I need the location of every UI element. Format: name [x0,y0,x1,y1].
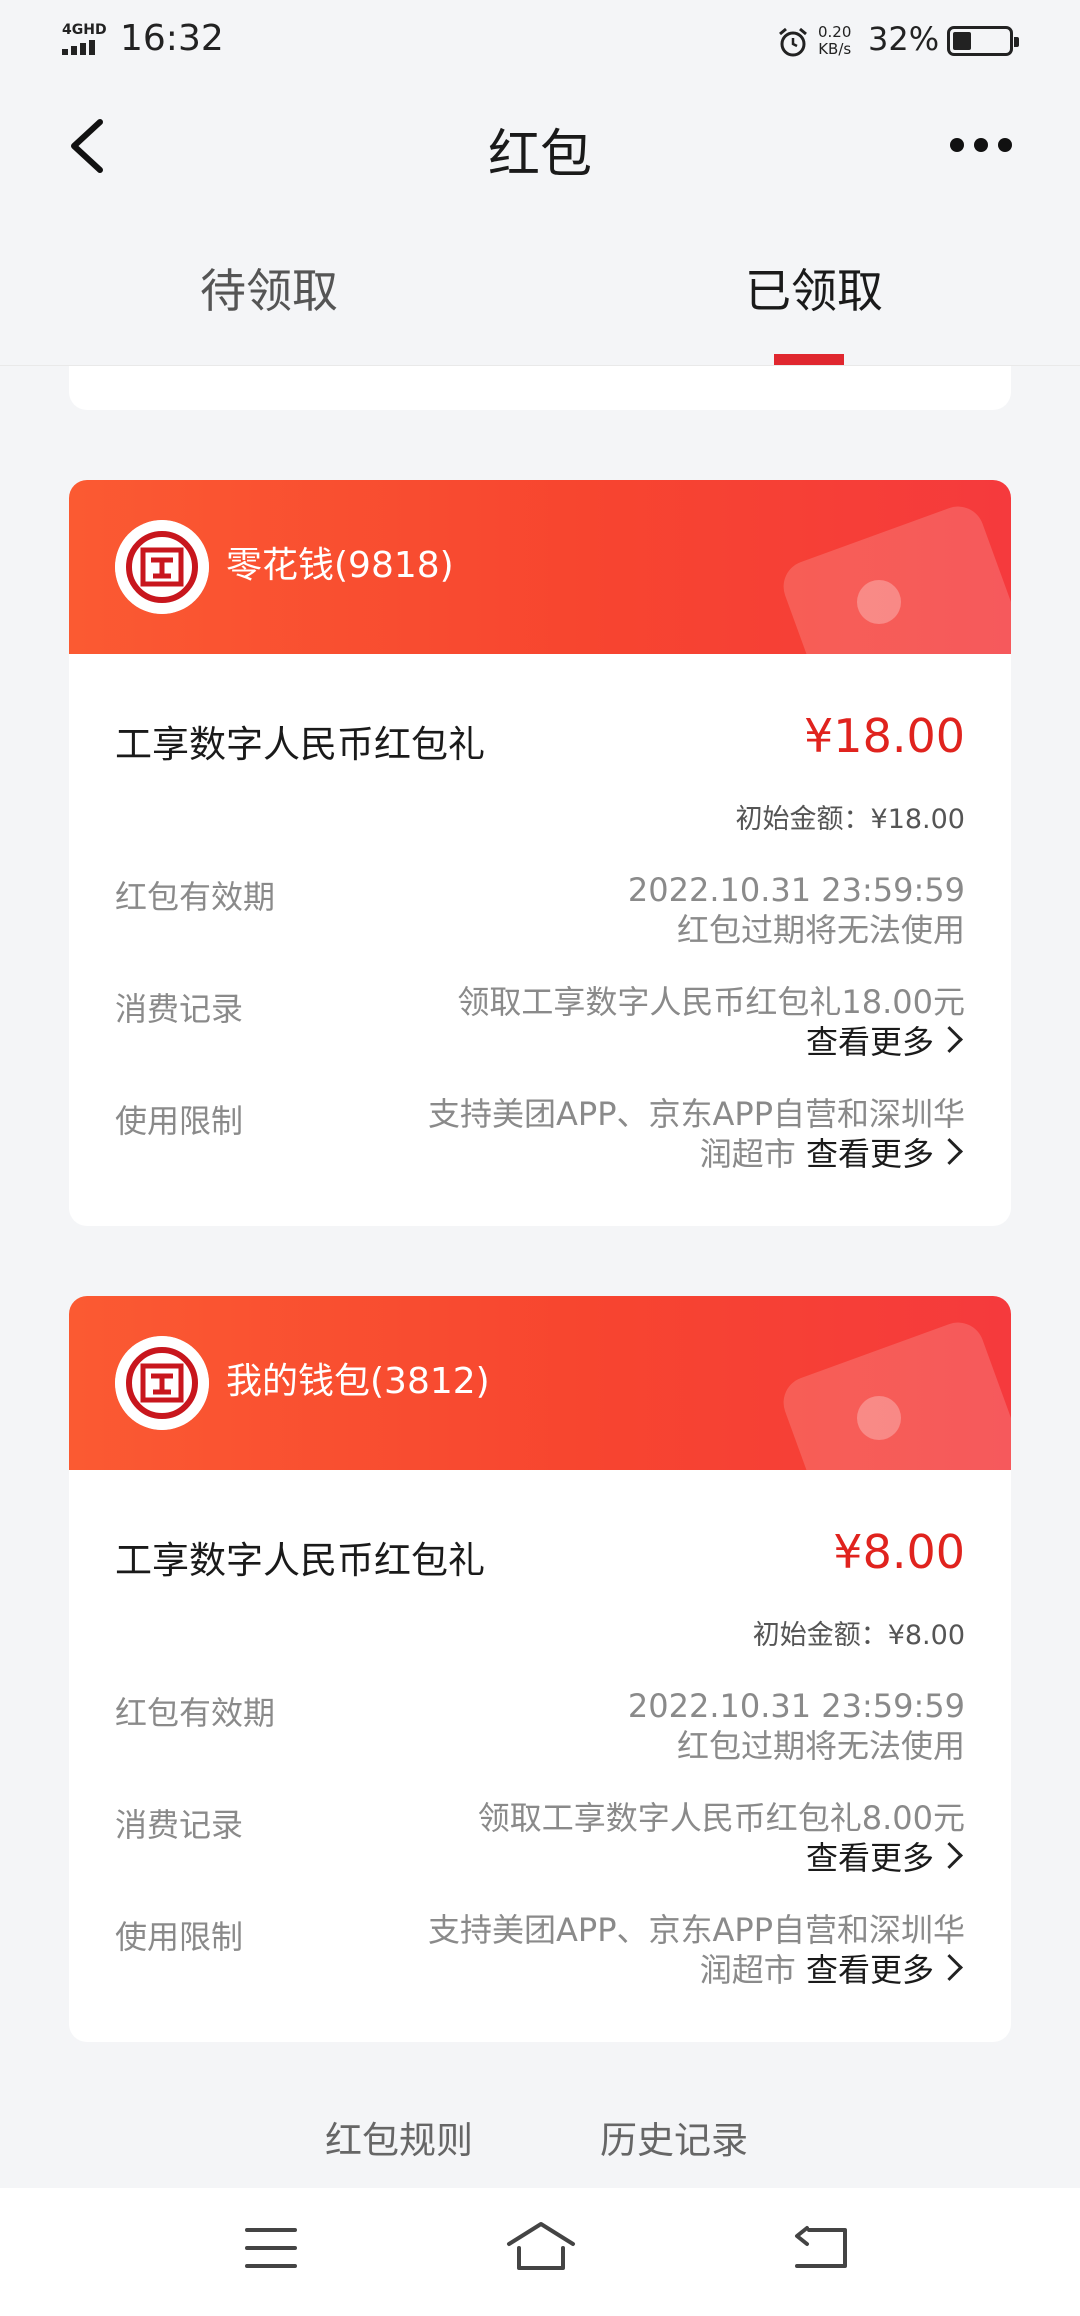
chevron-right-icon[interactable] [936,1138,963,1165]
gift-amount: ¥8.00 [833,1525,965,1579]
back-icon[interactable] [793,2224,849,2272]
card-header: 零花钱(9818) [69,480,1011,654]
previous-card-bottom [69,366,1011,410]
gift-title: 工享数字人民币红包礼 [115,723,485,766]
status-bar: 4GHD 16:32 0.20 KB/s 32% [0,0,1080,84]
more-options-icon[interactable] [950,134,1012,156]
see-more-link[interactable]: 查看更多 [806,1135,934,1173]
tab-received[interactable]: 已领取 [745,255,883,321]
red-packet-card[interactable]: 我的钱包(3812) 工享数字人民币红包礼 ¥8.00 初始金额：¥8.00 红… [69,1296,1011,2042]
validity-value: 2022.10.31 23:59:59 红包过期将无法使用 [627,871,965,949]
record-value: 领取工享数字人民币红包礼18.00元 查看更多 [457,983,965,1061]
page-title: 红包 [487,125,592,185]
speed-unit: KB/s [818,40,852,58]
rules-link[interactable]: 红包规则 [325,2110,473,2164]
initial-amount: 初始金额：¥18.00 [735,804,965,835]
network-speed: 0.20 KB/s [818,24,851,58]
chevron-right-icon[interactable] [936,1842,963,1869]
home-icon[interactable] [505,2220,577,2272]
network-type: 4GHD [62,22,107,38]
tab-pending[interactable]: 待领取 [200,255,338,321]
validity-label: 红包有效期 [115,1694,276,1732]
icbc-logo-icon [115,1336,209,1430]
wallet-name: 零花钱(9818) [226,545,454,586]
limit-label: 使用限制 [115,1102,244,1140]
menu-icon[interactable] [245,2226,297,2270]
tab-bar: 待领取 已领取 [0,210,1080,366]
active-tab-indicator [774,354,844,365]
history-link[interactable]: 历史记录 [600,2110,748,2164]
battery-icon [947,26,1019,56]
chevron-right-icon[interactable] [936,1954,963,1981]
footer-links: 红包规则 历史记录 [0,2110,1080,2170]
chevron-right-icon[interactable] [936,1026,963,1053]
envelope-decoration [776,1315,1011,1470]
record-label: 消费记录 [115,1806,244,1844]
see-more-link[interactable]: 查看更多 [806,1023,934,1061]
validity-label: 红包有效期 [115,878,276,916]
initial-amount: 初始金额：¥8.00 [752,1620,965,1651]
see-more-link[interactable]: 查看更多 [806,1951,934,1989]
limit-label: 使用限制 [115,1918,244,1956]
status-time: 16:32 [120,18,224,59]
speed-value: 0.20 [818,23,852,41]
icbc-logo-icon [115,520,209,614]
record-label: 消费记录 [115,990,244,1028]
see-more-link[interactable]: 查看更多 [806,1839,934,1877]
battery-percent: 32% [868,20,940,58]
network-signal-icon: 4GHD [62,22,112,58]
alarm-icon [779,27,807,57]
limit-value: 支持美团APP、京东APP自营和深圳华 润超市 查看更多 [428,1095,965,1173]
red-packet-card[interactable]: 零花钱(9818) 工享数字人民币红包礼 ¥18.00 初始金额：¥18.00 … [69,480,1011,1226]
validity-value: 2022.10.31 23:59:59 红包过期将无法使用 [627,1687,965,1765]
header: 红包 [0,84,1080,210]
envelope-decoration [776,499,1011,654]
system-nav-bar [0,2188,1080,2316]
record-value: 领取工享数字人民币红包礼8.00元 查看更多 [477,1799,965,1877]
gift-title: 工享数字人民币红包礼 [115,1539,485,1582]
gift-amount: ¥18.00 [804,709,965,763]
limit-value: 支持美团APP、京东APP自营和深圳华 润超市 查看更多 [428,1911,965,1989]
wallet-name: 我的钱包(3812) [226,1361,490,1402]
card-header: 我的钱包(3812) [69,1296,1011,1470]
